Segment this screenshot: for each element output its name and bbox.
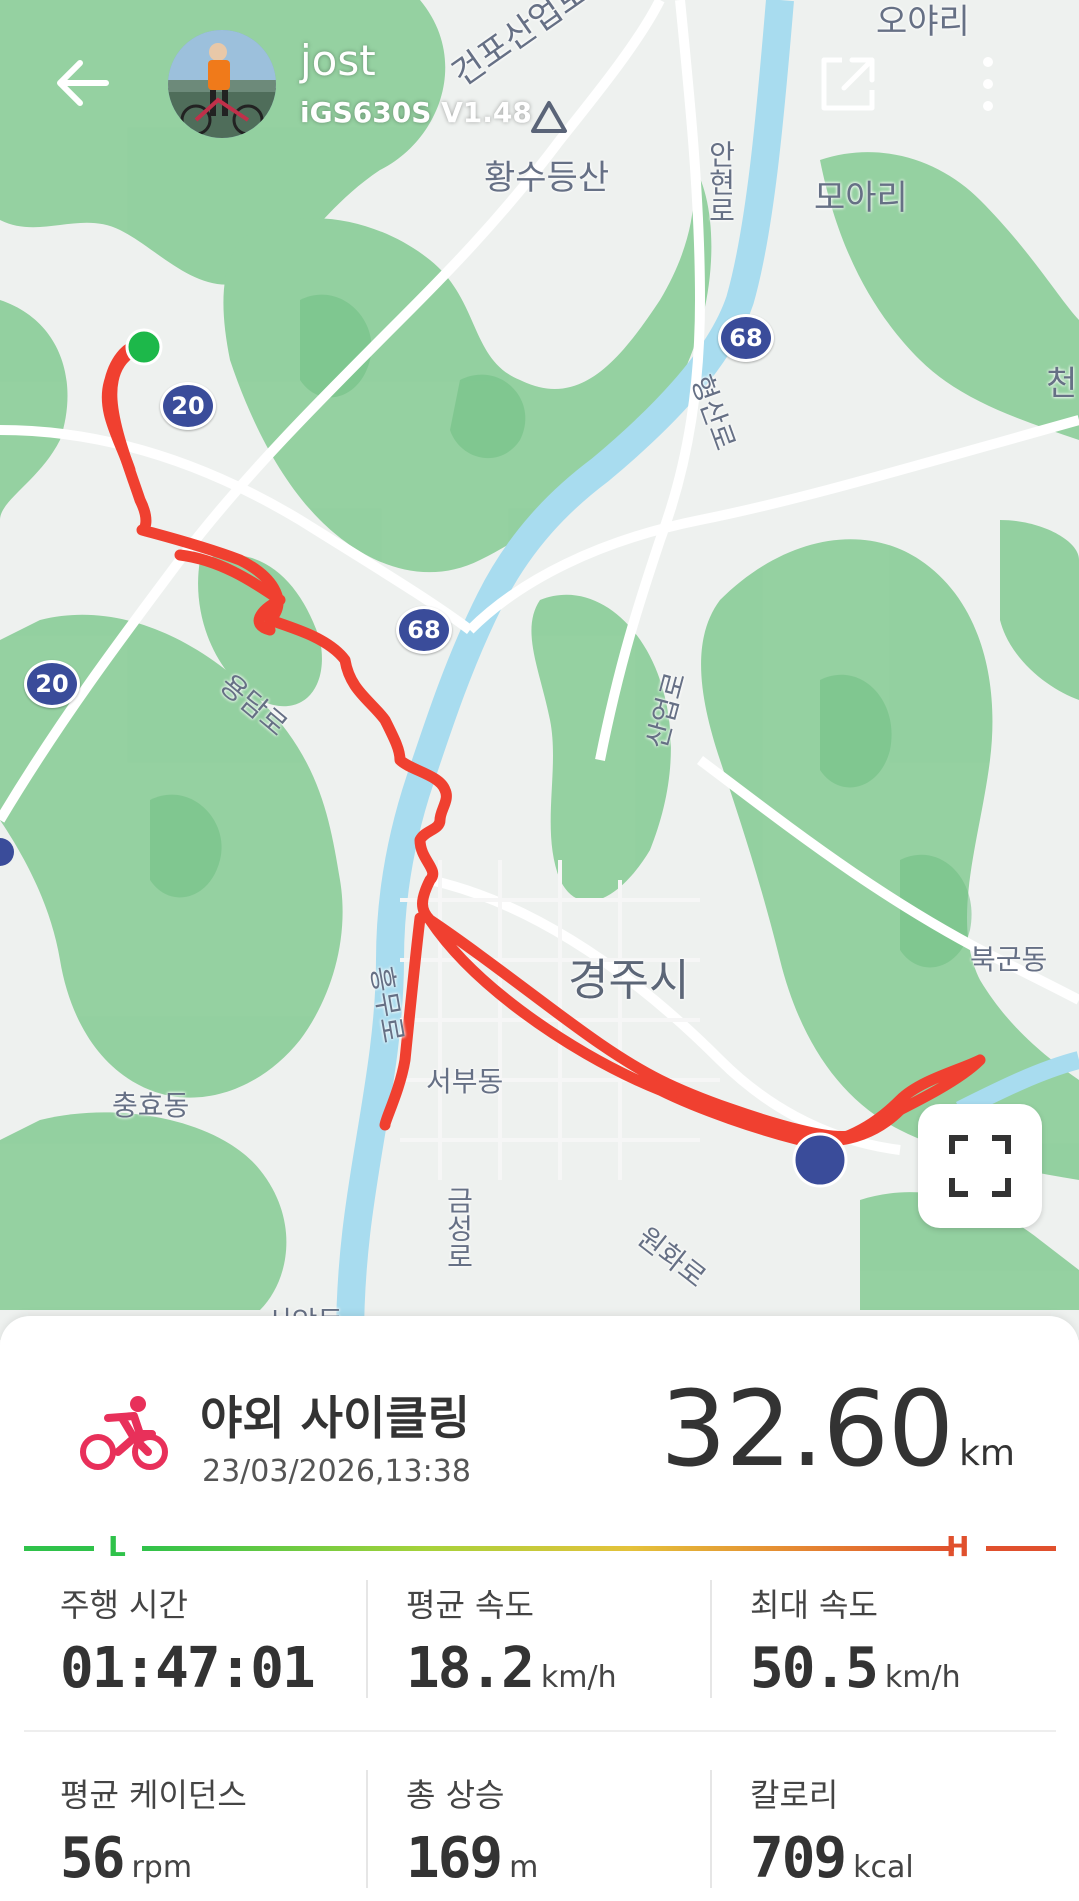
stat-max-speed: 최대 속도 50.5 km/h <box>750 1580 1050 1701</box>
back-button[interactable] <box>52 52 114 114</box>
divider <box>710 1580 712 1698</box>
stat-ride-time: 주행 시간 01:47:01 <box>60 1580 360 1701</box>
stat-calories: 칼로리 709 kcal <box>750 1770 1050 1891</box>
divider <box>710 1770 712 1888</box>
stat-label: 평균 케이던스 <box>60 1776 247 1814</box>
fullscreen-button[interactable] <box>918 1104 1042 1228</box>
distance-unit: km <box>959 1433 1015 1474</box>
intensity-scale: L H <box>24 1528 1056 1568</box>
scale-high-label: H <box>946 1530 970 1563</box>
activity-date: 23/03/2026,13:38 <box>202 1454 471 1489</box>
divider <box>366 1580 368 1698</box>
share-icon <box>821 57 875 111</box>
stat-value: 169 <box>406 1826 503 1891</box>
share-button[interactable] <box>818 54 878 114</box>
activity-title: 야외 사이클링 <box>200 1391 470 1445</box>
map-label-hwangsu: 황수등산 <box>484 158 610 198</box>
device-info: iGS630S V1.48 <box>300 96 532 129</box>
fullscreen-icon <box>949 1135 1011 1197</box>
map-label-moari: 모아리 <box>814 178 908 218</box>
top-bar: jost iGS630S V1.48 <box>0 0 1079 150</box>
more-vertical-icon <box>983 57 993 111</box>
more-options-button[interactable] <box>970 52 1006 116</box>
row-divider <box>24 1730 1056 1732</box>
stat-label: 총 상승 <box>406 1776 505 1814</box>
route-shield-20: 20 <box>24 660 80 708</box>
stat-value: 709 <box>750 1826 847 1891</box>
stat-label: 칼로리 <box>750 1776 839 1814</box>
route-shield-20: 20 <box>160 382 216 430</box>
map-label-bukgun: 북군동 <box>970 943 1048 976</box>
stat-value: 56 <box>60 1826 125 1891</box>
cycling-icon <box>80 1396 168 1470</box>
mountain-icon <box>531 101 567 133</box>
avatar[interactable] <box>168 30 276 138</box>
route-shield-68: 68 <box>718 314 774 362</box>
scale-gradient-bar <box>142 1546 954 1551</box>
stat-avg-cadence: 평균 케이던스 56 rpm <box>60 1770 360 1891</box>
route-shield-68: 68 <box>396 606 452 654</box>
profile-photo <box>168 30 276 138</box>
stat-value: 18.2 <box>406 1636 535 1701</box>
stat-unit: rpm <box>131 1850 193 1885</box>
map-label-gyeongju: 경주시 <box>568 955 690 1006</box>
stat-value: 50.5 <box>750 1636 879 1701</box>
map-label-seobu: 서부동 <box>426 1065 504 1098</box>
stat-unit: km/h <box>884 1660 961 1695</box>
scale-low-label: L <box>108 1530 126 1563</box>
stat-unit: kcal <box>853 1850 914 1885</box>
stat-value: 01:47:01 <box>60 1636 316 1701</box>
end-marker <box>792 1132 848 1188</box>
map-label-cheon: 천 <box>1046 364 1078 404</box>
start-marker <box>125 328 163 366</box>
map-label-anhyeon: 안현로 <box>704 140 737 224</box>
divider <box>366 1770 368 1888</box>
stat-avg-speed: 평균 속도 18.2 km/h <box>406 1580 706 1701</box>
username: jost <box>300 36 376 85</box>
scale-low-line <box>24 1546 94 1551</box>
map-label-chunghyo: 충효동 <box>112 1089 190 1122</box>
map-label-geumseong: 금성로 <box>442 1186 475 1270</box>
stat-unit: m <box>509 1850 539 1885</box>
stat-label: 평균 속도 <box>406 1586 534 1624</box>
distance-value: 32.60 <box>660 1368 954 1490</box>
arrow-left-icon <box>57 60 109 106</box>
scale-high-line <box>986 1546 1056 1551</box>
stat-total-ascent: 총 상승 169 m <box>406 1770 706 1891</box>
stat-unit: km/h <box>540 1660 617 1695</box>
stat-label: 최대 속도 <box>750 1586 878 1624</box>
activity-summary-panel: 야외 사이클링 23/03/2026,13:38 32.60 km L H 주행 … <box>0 1316 1079 1901</box>
stat-label: 주행 시간 <box>60 1586 188 1624</box>
total-distance: 32.60 km <box>660 1368 1015 1490</box>
